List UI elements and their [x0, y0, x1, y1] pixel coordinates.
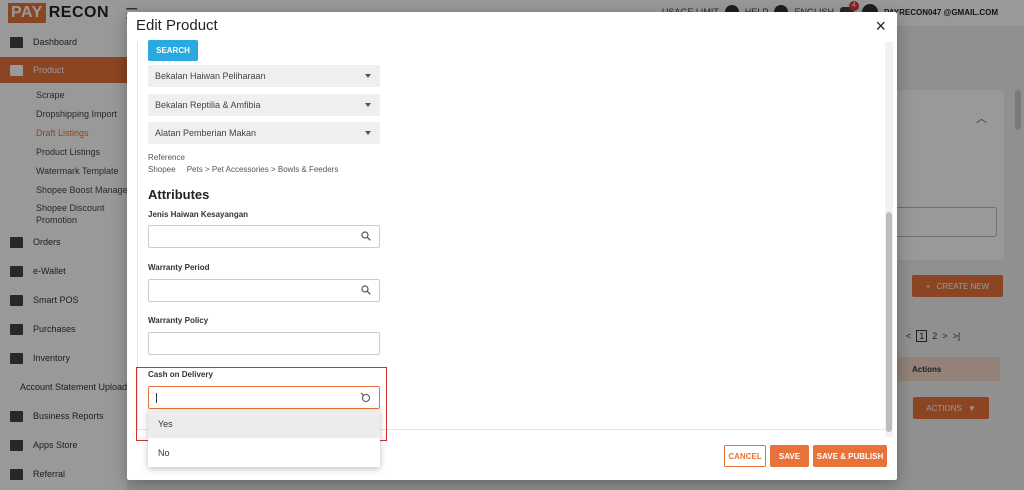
category-select-level3[interactable]: Alatan Pemberian Makan: [148, 122, 380, 144]
close-icon[interactable]: ×: [875, 17, 886, 35]
warranty-period-input[interactable]: [148, 279, 380, 302]
search-icon: [361, 285, 371, 295]
chevron-down-icon: [365, 131, 371, 135]
modal-title: Edit Product: [136, 17, 218, 34]
text-cursor: [156, 393, 157, 403]
warranty-policy-input[interactable]: [148, 332, 380, 355]
category-search-button[interactable]: SEARCH: [148, 40, 198, 61]
attributes-heading: Attributes: [148, 187, 210, 202]
chevron-down-icon: [365, 74, 371, 78]
cod-input[interactable]: [148, 386, 380, 409]
warranty-period-label: Warranty Period: [148, 263, 210, 272]
search-icon: [361, 231, 371, 241]
cod-option-yes[interactable]: Yes: [148, 409, 380, 438]
chevron-down-icon: [365, 103, 371, 107]
category-select-level2[interactable]: Bekalan Reptilia & Amfibia: [148, 94, 380, 116]
pet-type-label: Jenis Haiwan Kesayangan: [148, 210, 249, 219]
reference-value: Shopee Pets > Pet Accessories > Bowls & …: [148, 165, 339, 174]
category-select-level1[interactable]: Bekalan Haiwan Peliharaan: [148, 65, 380, 87]
save-button[interactable]: SAVE: [770, 445, 809, 467]
cod-dropdown: Yes No: [148, 409, 380, 467]
save-publish-button[interactable]: SAVE & PUBLISH: [813, 445, 887, 467]
cod-option-no[interactable]: No: [148, 438, 380, 467]
loading-icon: [360, 392, 371, 403]
pet-type-input[interactable]: [148, 225, 380, 248]
reference-label: Reference: [148, 153, 185, 162]
cod-label: Cash on Delivery: [148, 370, 213, 379]
edit-product-modal: Edit Product × SEARCH Bekalan Haiwan Pel…: [127, 12, 897, 480]
warranty-policy-label: Warranty Policy: [148, 316, 209, 325]
cancel-button[interactable]: CANCEL: [724, 445, 766, 467]
modal-scrollbar-thumb[interactable]: [886, 212, 892, 432]
